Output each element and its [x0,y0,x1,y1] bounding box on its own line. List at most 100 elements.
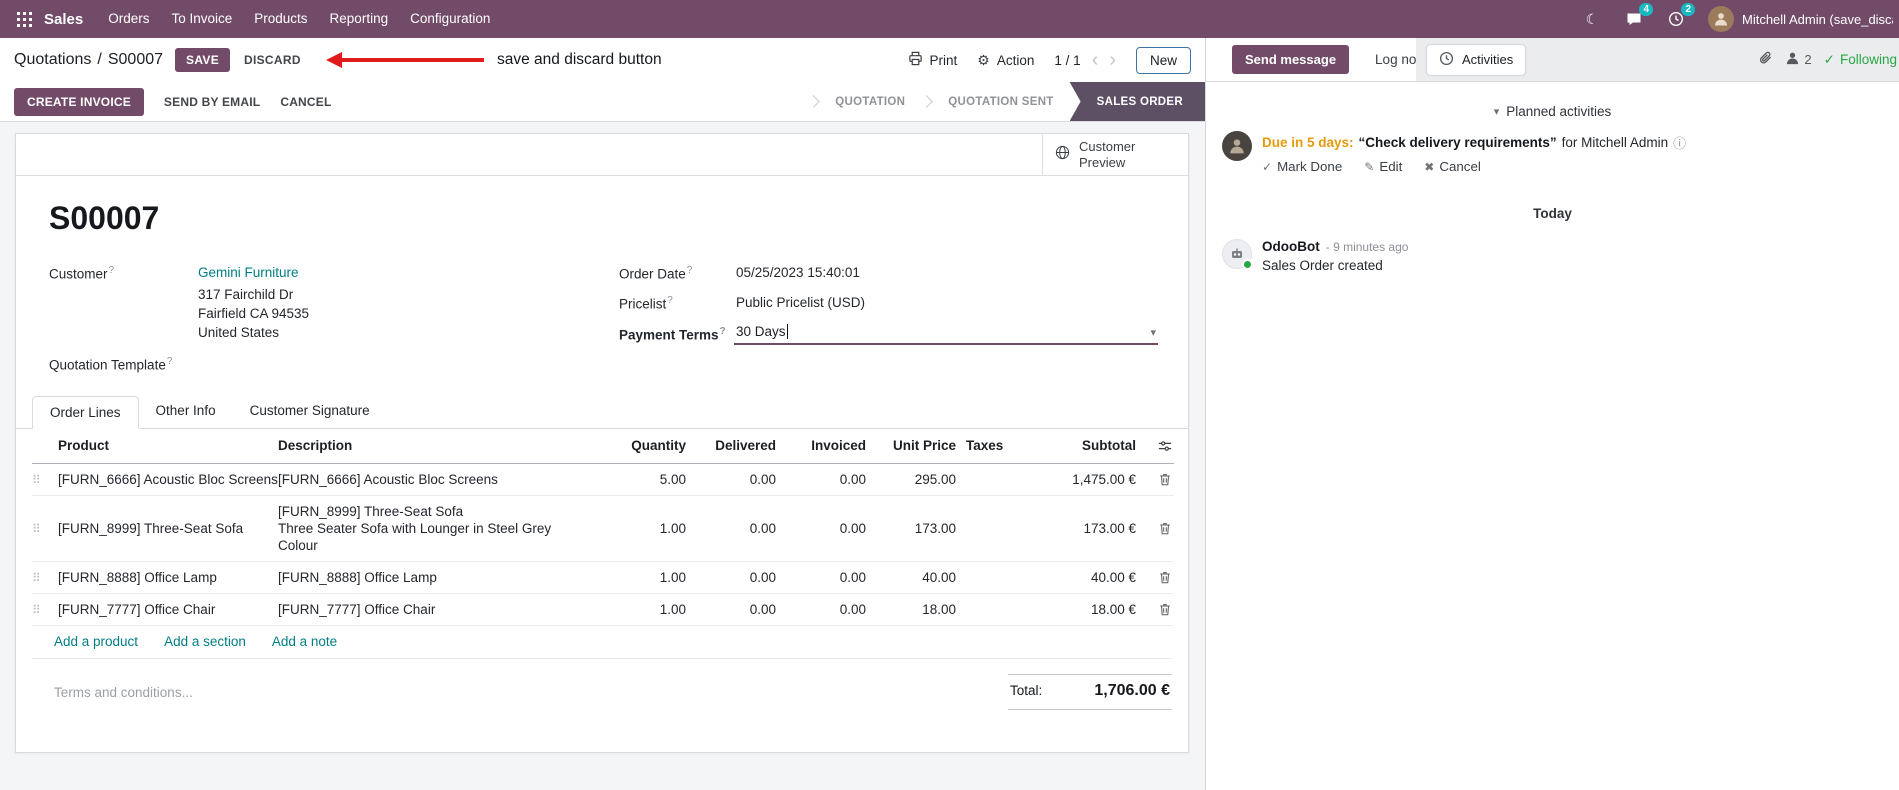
cell-unit-price[interactable]: 173.00 [866,495,956,562]
order-line-row[interactable]: ⠿ [FURN_8888] Office Lamp [FURN_8888] Of… [32,561,1174,594]
customer-address-line: United States [198,325,280,340]
customer-link[interactable]: Gemini Furniture [198,265,299,280]
total-label: Total: [1010,682,1043,698]
activity-avatar [1222,131,1252,161]
edit-activity-button[interactable]: ✎ Edit [1364,159,1402,174]
save-button[interactable]: SAVE [175,48,231,72]
collapse-caret-icon: ▾ [1493,106,1500,118]
delete-row-icon[interactable] [1136,521,1174,536]
menu-products[interactable]: Products [243,0,318,38]
tab-order-lines[interactable]: Order Lines [32,396,139,429]
cell-description[interactable]: [FURN_8888] Office Lamp [278,561,586,594]
stage-sales-order[interactable]: SALES ORDER [1069,82,1205,121]
stage-quotation-sent[interactable]: QUOTATION SENT [932,82,1069,121]
cancel-button[interactable]: CANCEL [280,95,331,109]
send-message-button[interactable]: Send message [1232,45,1350,74]
pricelist-value[interactable]: Public Pricelist (USD) [736,295,865,310]
cell-quantity[interactable]: 1.00 [586,495,686,562]
cell-invoiced[interactable]: 0.00 [776,593,866,626]
stage-quotation[interactable]: QUOTATION [819,82,921,121]
menu-reporting[interactable]: Reporting [319,0,400,38]
discard-button[interactable]: DISCARD [244,53,301,67]
notebook-tabs: Order Lines Other Info Customer Signatur… [16,395,1188,429]
cell-description[interactable]: [FURN_7777] Office Chair [278,593,586,626]
menu-to-invoice[interactable]: To Invoice [160,0,243,38]
send-by-email-button[interactable]: SEND BY EMAIL [164,95,260,109]
cell-invoiced[interactable]: 0.00 [776,463,866,496]
order-line-row[interactable]: ⠿ [FURN_8999] Three-Seat Sofa [FURN_8999… [32,495,1174,562]
drag-handle-icon[interactable]: ⠿ [32,473,41,487]
cell-quantity[interactable]: 5.00 [586,463,686,496]
cell-description[interactable]: [FURN_8999] Three-Seat Sofa Three Seater … [278,495,586,562]
app-name[interactable]: Sales [44,11,83,28]
cell-product[interactable]: [FURN_6666] Acoustic Bloc Screens [58,463,278,496]
cell-quantity[interactable]: 1.00 [586,561,686,594]
planned-activities-header[interactable]: ▾ Planned activities [1206,104,1899,119]
order-date-value[interactable]: 05/25/2023 15:40:01 [736,265,860,280]
info-icon[interactable]: ⓘ [1673,133,1686,152]
printer-icon [908,51,923,69]
cell-description[interactable]: [FURN_6666] Acoustic Bloc Screens [278,463,586,496]
activity-assignee: for Mitchell Admin [1561,135,1669,150]
add-product-link[interactable]: Add a product [54,634,138,649]
order-line-row[interactable]: ⠿ [FURN_7777] Office Chair [FURN_7777] O… [32,593,1174,626]
new-button[interactable]: New [1135,46,1191,74]
menu-orders[interactable]: Orders [97,0,160,38]
activities-tab[interactable]: Activities [1426,43,1527,76]
tab-other-info[interactable]: Other Info [139,395,233,428]
cell-product[interactable]: [FURN_8999] Three-Seat Sofa [58,495,278,562]
pager-previous-icon[interactable]: ‹ [1092,50,1099,70]
moon-icon[interactable]: ☾ [1582,9,1602,29]
attachment-icon[interactable] [1758,50,1773,69]
cell-subtotal: 18.00 € [1026,593,1136,626]
cell-taxes[interactable] [956,495,1026,562]
payment-terms-input[interactable]: 30 Days ▾ [734,320,1158,345]
cell-delivered[interactable]: 0.00 [686,463,776,496]
activity-due: Due in 5 days: [1262,135,1354,150]
breadcrumb-quotations[interactable]: Quotations [14,51,91,69]
pager-next-icon[interactable]: › [1109,50,1116,70]
delete-row-icon[interactable] [1136,602,1174,617]
cell-delivered[interactable]: 0.00 [686,561,776,594]
add-section-link[interactable]: Add a section [164,634,246,649]
cell-delivered[interactable]: 0.00 [686,593,776,626]
cell-product[interactable]: [FURN_8888] Office Lamp [58,561,278,594]
add-note-link[interactable]: Add a note [272,634,337,649]
cell-invoiced[interactable]: 0.00 [776,495,866,562]
dropdown-caret-icon[interactable]: ▾ [1150,326,1156,339]
drag-handle-icon[interactable]: ⠿ [32,522,41,536]
print-button[interactable]: Print [908,51,957,69]
delete-row-icon[interactable] [1136,570,1174,585]
delete-row-icon[interactable] [1136,472,1174,487]
menu-configuration[interactable]: Configuration [399,0,501,38]
following-button[interactable]: ✓ Following [1824,52,1897,68]
tab-customer-signature[interactable]: Customer Signature [233,395,387,428]
cell-taxes[interactable] [956,463,1026,496]
cell-invoiced[interactable]: 0.00 [776,561,866,594]
drag-handle-icon[interactable]: ⠿ [32,603,41,617]
cancel-activity-button[interactable]: ✖ Cancel [1424,159,1481,174]
optional-columns-icon[interactable] [1136,439,1174,453]
order-line-row[interactable]: ⠿ [FURN_6666] Acoustic Bloc Screens [FUR… [32,463,1174,496]
cell-taxes[interactable] [956,593,1026,626]
cell-unit-price[interactable]: 18.00 [866,593,956,626]
form-fields: Customer? Gemini Furniture 317 Fairchild… [16,264,1188,395]
followers-button[interactable]: 2 [1785,51,1812,69]
cell-quantity[interactable]: 1.00 [586,593,686,626]
messages-icon[interactable]: 4 [1624,3,1653,29]
order-lines-table: Product Description Quantity Delivered I… [32,429,1174,626]
action-button[interactable]: ⚙ Action [977,52,1034,69]
cell-unit-price[interactable]: 40.00 [866,561,956,594]
cell-product[interactable]: [FURN_7777] Office Chair [58,593,278,626]
activities-clock-icon[interactable]: 2 [1666,3,1695,29]
cell-delivered[interactable]: 0.00 [686,495,776,562]
create-invoice-button[interactable]: CREATE INVOICE [14,87,144,116]
cell-unit-price[interactable]: 295.00 [866,463,956,496]
cell-taxes[interactable] [956,561,1026,594]
customer-preview-button[interactable]: Customer Preview [1042,134,1188,175]
mark-done-button[interactable]: ✓ Mark Done [1262,159,1342,174]
user-menu[interactable]: Mitchell Admin (save_discar [1708,6,1893,32]
drag-handle-icon[interactable]: ⠿ [32,571,41,585]
apps-menu-icon[interactable] [10,0,38,38]
terms-placeholder[interactable]: Terms and conditions... [54,685,193,700]
